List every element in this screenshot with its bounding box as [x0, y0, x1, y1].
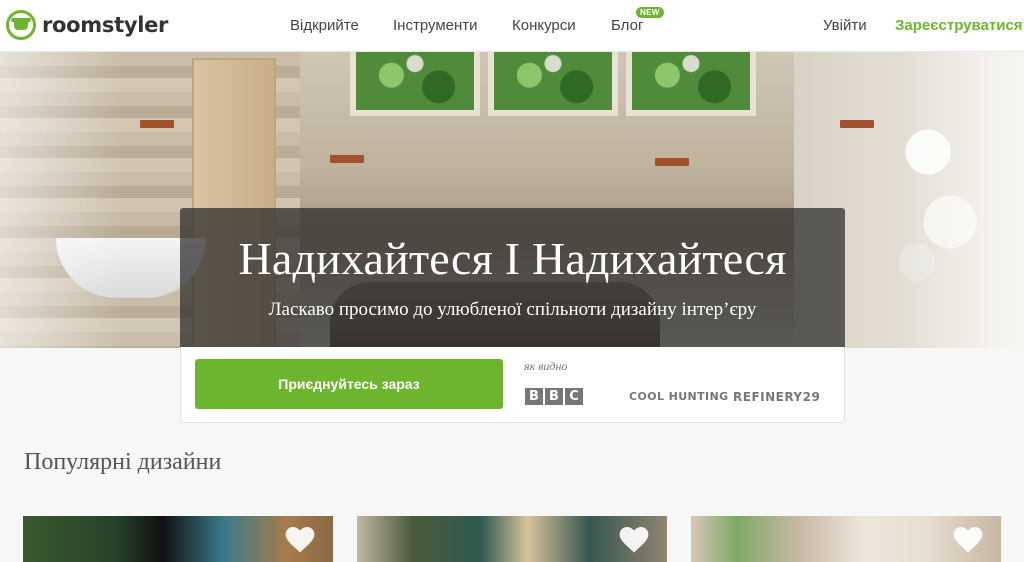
hero-subtitle: Ласкаво просимо до улюбленої спільноти д…	[268, 299, 757, 320]
join-card: Приєднуйтесь зараз як видно BBC COOL HUN…	[180, 347, 845, 423]
popular-designs-title: Популярні дизайни	[24, 449, 222, 475]
nav-blog[interactable]: Блог	[611, 17, 643, 34]
nav-contests[interactable]: Конкурси	[512, 17, 576, 34]
login-link[interactable]: Увійти	[823, 17, 867, 34]
design-card[interactable]	[691, 516, 1001, 562]
as-seen-label: як видно	[524, 359, 568, 373]
heart-icon[interactable]	[285, 526, 315, 554]
coolhunting-logo: COOL HUNTING	[629, 390, 729, 403]
nav-tools[interactable]: Інструменти	[393, 17, 478, 34]
logo-text: roomstyler	[42, 13, 169, 37]
bbc-logo: BBC	[525, 388, 583, 405]
heart-icon[interactable]	[953, 526, 983, 554]
heart-icon[interactable]	[619, 526, 649, 554]
design-card[interactable]	[357, 516, 667, 562]
refinery29-logo: REFINERY29	[733, 390, 821, 404]
join-now-button[interactable]: Приєднуйтесь зараз	[195, 359, 503, 409]
nav-discover[interactable]: Відкрийте	[290, 17, 359, 34]
hero-title: Надихайтеся І Надихайтеся	[238, 233, 787, 284]
top-nav: roomstyler Відкрийте Інструменти Конкурс…	[0, 0, 1024, 52]
signup-link[interactable]: Зареєструватися	[895, 17, 1023, 34]
design-card[interactable]	[23, 516, 333, 562]
logo[interactable]: roomstyler	[6, 10, 168, 40]
new-badge: NEW	[636, 7, 664, 18]
hero-caption: Надихайтеся І Надихайтеся Ласкаво просим…	[180, 208, 845, 347]
sofa-logo-icon	[6, 10, 36, 40]
